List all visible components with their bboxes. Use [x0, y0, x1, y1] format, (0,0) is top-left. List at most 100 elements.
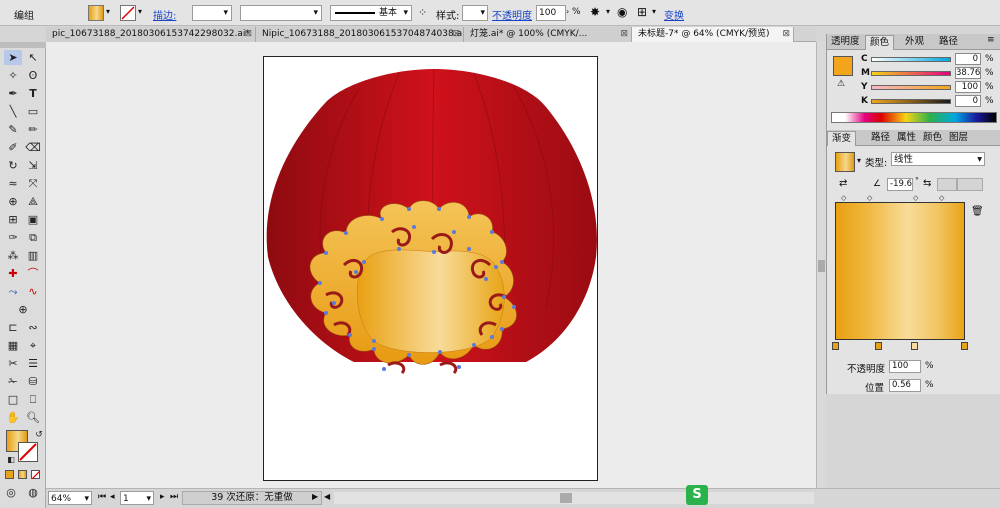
delete-stop-icon[interactable]: 🗑︎: [971, 206, 984, 217]
artboard-tool-icon[interactable]: ⊏: [4, 320, 22, 335]
scroll-thumb[interactable]: [560, 493, 572, 503]
line-tool-icon[interactable]: ╲: [4, 104, 22, 119]
print-tiling-tool-icon[interactable]: ⎕: [24, 392, 42, 407]
chevron-down-icon[interactable]: ▾: [606, 7, 610, 16]
tab-gradient[interactable]: 渐变: [827, 131, 857, 146]
symbol-options-icon[interactable]: ⁘: [418, 6, 427, 19]
rectangle-tool-icon[interactable]: ▭: [24, 104, 42, 119]
perspective-grid-tool-icon[interactable]: ⟁: [24, 194, 42, 209]
pencil-tool-icon[interactable]: ✏: [24, 122, 42, 137]
channel-k-slider[interactable]: [871, 99, 951, 104]
stroke-dropdown-arrow-icon[interactable]: ▾: [138, 7, 142, 16]
gradient-stop[interactable]: [875, 342, 882, 350]
tab-attributes[interactable]: 属性: [893, 131, 920, 146]
scale-tool-icon[interactable]: ⇲: [24, 158, 42, 173]
symbol-sprayer-tool-icon[interactable]: ⁂: [4, 248, 22, 263]
close-icon[interactable]: ⊠: [244, 27, 252, 41]
color-mode-button[interactable]: [5, 470, 14, 479]
scroll-thumb[interactable]: [818, 260, 825, 272]
channel-k-value[interactable]: 0: [955, 95, 981, 107]
reverse-gradient-icon[interactable]: ⇄: [839, 178, 847, 189]
add-anchor-tool-icon[interactable]: ✚: [4, 266, 22, 281]
chevron-down-icon[interactable]: ▾: [652, 7, 656, 16]
lantern-artwork[interactable]: [264, 57, 599, 482]
blob-brush-tool-icon[interactable]: ✐: [4, 140, 22, 155]
hand-tool-icon[interactable]: ✋: [4, 410, 22, 425]
zoom-field[interactable]: 64% ▾: [48, 491, 92, 505]
color-spectrum-bar[interactable]: [831, 112, 997, 123]
tab-color[interactable]: 颜色: [865, 35, 895, 50]
stop-opacity-input[interactable]: 100: [889, 360, 921, 373]
close-icon[interactable]: ⊠: [452, 27, 460, 41]
stroke-link[interactable]: 描边:: [153, 7, 176, 22]
draw-normal-icon[interactable]: ◎: [2, 485, 20, 500]
magic-wand-tool-icon[interactable]: ✧: [4, 68, 22, 83]
align-icon[interactable]: ⊞: [637, 5, 647, 19]
midpoint-diamond[interactable]: ◇: [841, 194, 846, 202]
isolate-group-icon[interactable]: ◉: [617, 5, 627, 19]
opacity-input[interactable]: 100: [536, 5, 566, 21]
paint-bucket-tool-icon[interactable]: ⛁: [24, 374, 42, 389]
first-artboard-icon[interactable]: ⏮: [98, 492, 106, 502]
tools-panel-grip[interactable]: [0, 42, 46, 48]
prev-artboard-icon[interactable]: ◂: [110, 492, 115, 502]
artboard-number-field[interactable]: 1 ▾: [120, 491, 154, 505]
transform-link[interactable]: 变换: [664, 7, 684, 22]
midpoint-diamond[interactable]: ◇: [867, 194, 872, 202]
gradient-type-select[interactable]: 线性 ▾: [891, 152, 985, 166]
tab-appearance[interactable]: 外观: [901, 35, 928, 50]
lasso-tool-icon[interactable]: ʘ: [24, 68, 42, 83]
out-of-gamut-icon[interactable]: ⚠: [837, 79, 845, 89]
knife-tool-icon[interactable]: ☰: [24, 356, 42, 371]
channel-y-value[interactable]: 100: [955, 81, 981, 93]
channel-c-value[interactable]: 0: [955, 53, 981, 65]
channel-y-slider[interactable]: [871, 85, 951, 90]
mesh-tool-icon[interactable]: ⊞: [4, 212, 22, 227]
artboard[interactable]: [263, 56, 598, 481]
none-mode-button[interactable]: [31, 470, 41, 480]
channel-c-slider[interactable]: [871, 57, 951, 62]
reshape-tool-icon[interactable]: ∿: [24, 284, 42, 299]
gradient-mode-button[interactable]: [18, 470, 27, 479]
last-artboard-icon[interactable]: ⏭: [170, 492, 178, 502]
convert-anchor-tool-icon[interactable]: ⌒: [24, 266, 42, 281]
rotate-tool-icon[interactable]: ↻: [4, 158, 22, 173]
width-tool-icon[interactable]: ⤳: [4, 284, 22, 299]
paintbrush-tool-icon[interactable]: ✎: [4, 122, 22, 137]
eyedropper-tool-icon[interactable]: ✑: [4, 230, 22, 245]
default-fill-stroke-icon[interactable]: ◧: [2, 452, 20, 467]
blend-tool-icon[interactable]: ⧉: [24, 230, 42, 245]
stroke-swatch[interactable]: [120, 5, 136, 21]
fill-color-proxy[interactable]: [833, 56, 853, 76]
eraser-tool-icon[interactable]: ⌫: [24, 140, 42, 155]
tab-transparency[interactable]: 透明度: [827, 35, 864, 50]
doc-tab-1[interactable]: pic_10673188_20180306153742298032.ai* ⊠: [46, 27, 256, 42]
screen-mode-icon[interactable]: ◍: [24, 485, 42, 500]
panel-menu-icon[interactable]: ≡: [987, 35, 995, 45]
direct-selection-tool-icon[interactable]: ↖: [24, 50, 42, 65]
fill-swatch[interactable]: [88, 5, 104, 21]
opacity-link[interactable]: 不透明度: [492, 7, 532, 22]
live-paint-tool-icon[interactable]: ⌖: [24, 338, 42, 353]
scissors-tool-icon[interactable]: ✂: [4, 356, 22, 371]
brush-definition-field[interactable]: 基本 ▾: [330, 5, 412, 21]
pen-tool-icon[interactable]: ✒: [4, 86, 22, 101]
rectangle-grid-tool-icon[interactable]: □: [4, 392, 22, 407]
stroke-weight-field[interactable]: ▾: [192, 5, 232, 21]
doc-tab-2[interactable]: Nipic_10673188_20180306153704874038.ai ⊠: [256, 27, 464, 42]
fill-dropdown-arrow-icon[interactable]: ▾: [106, 7, 110, 16]
warp-tool-icon[interactable]: ≈: [4, 176, 22, 191]
tab-pathfinder[interactable]: 路径: [935, 35, 962, 50]
channel-m-slider[interactable]: [871, 71, 951, 76]
status-menu-arrow-icon[interactable]: ▶: [312, 492, 318, 501]
stroke-color-box[interactable]: [18, 442, 38, 462]
close-icon[interactable]: ⊠: [620, 27, 628, 41]
chart-tool-icon[interactable]: ▦: [4, 338, 22, 353]
tab-layers[interactable]: 图层: [945, 131, 972, 146]
scroll-left-icon[interactable]: ◀: [324, 492, 330, 501]
zoom-tool-icon[interactable]: 🔍︎: [24, 410, 42, 425]
midpoint-diamond[interactable]: ◇: [913, 194, 918, 202]
next-artboard-icon[interactable]: ▸: [160, 492, 165, 502]
stop-location-input[interactable]: 0.56: [889, 379, 921, 392]
shape-builder-tool-icon[interactable]: ⊕: [4, 194, 22, 209]
